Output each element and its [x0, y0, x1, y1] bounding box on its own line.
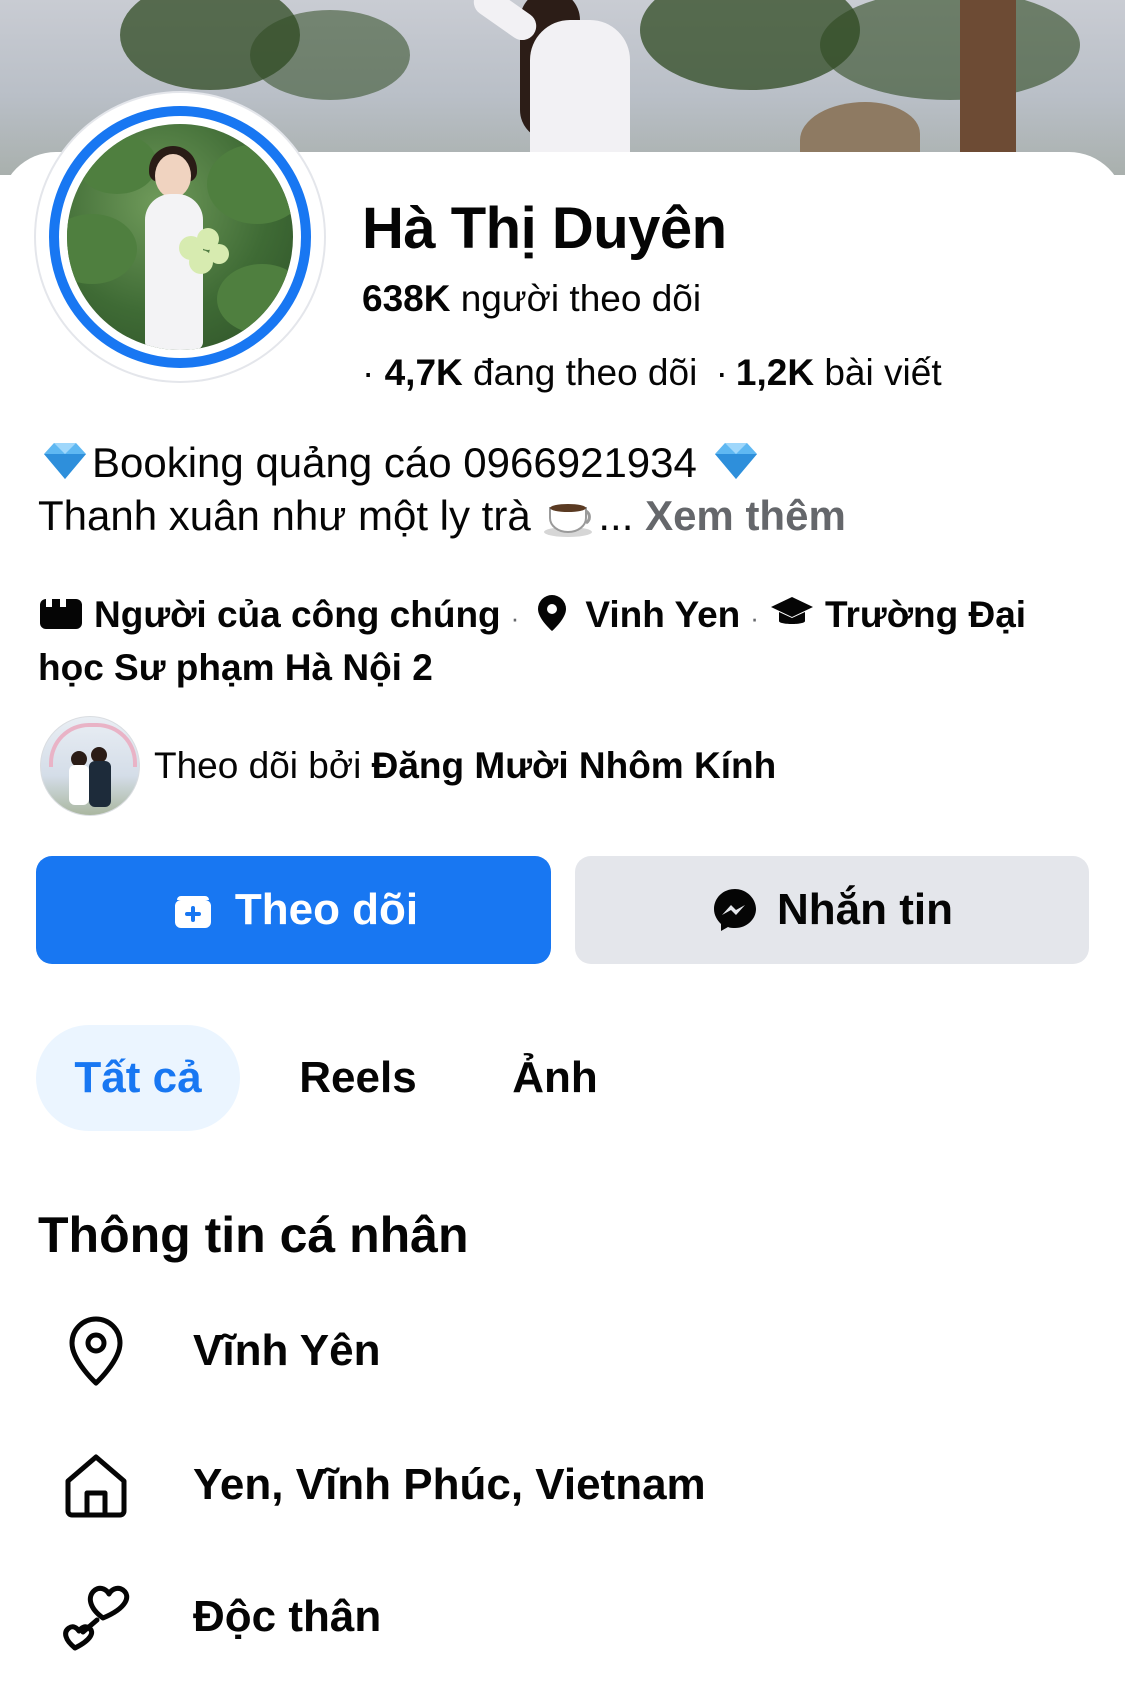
cover-foliage: [820, 0, 1080, 100]
detail-separator: ·: [750, 603, 759, 633]
following-label[interactable]: đang theo dõi: [473, 352, 697, 393]
location-pin-icon: [538, 595, 567, 631]
tab-reels[interactable]: Reels: [278, 1025, 438, 1131]
followers-label: người theo dõi: [460, 278, 702, 319]
info-row-hometown[interactable]: Yen, Vĩnh Phúc, Vietnam: [0, 1430, 1125, 1540]
coffee-emoji-icon: [544, 504, 593, 537]
message-button-label: Nhắn tin: [777, 885, 953, 934]
tab-all[interactable]: Tất cả: [36, 1025, 240, 1131]
posts-label: bài viết: [824, 352, 942, 393]
profile-name: Hà Thị Duyên: [362, 196, 727, 261]
mutual-friend-avatar: [40, 716, 140, 816]
hearts-icon: [58, 1579, 134, 1655]
follow-icon: [174, 896, 211, 928]
location-text: Vinh Yen: [585, 594, 741, 635]
detail-separator: ·: [510, 603, 520, 633]
relationship-text: Độc thân: [193, 1592, 382, 1641]
followed-by-row[interactable]: Theo dõi bởi Đăng Mười Nhôm Kính: [40, 716, 776, 816]
category-text: Người của công chúng: [94, 594, 501, 635]
message-button[interactable]: Nhắn tin: [575, 856, 1089, 964]
followers-stat[interactable]: 638K người theo dõi: [362, 278, 701, 320]
home-icon: [58, 1447, 134, 1523]
following-count[interactable]: 4,7K: [385, 352, 463, 393]
follow-button[interactable]: Theo dõi: [36, 856, 551, 964]
see-more-link[interactable]: Xem thêm: [645, 492, 846, 539]
secondary-stats: · 4,7K đang theo dõi · 1,2K bài viết: [362, 352, 942, 394]
cover-tree-trunk: [960, 0, 1016, 175]
clapperboard-icon: [40, 599, 82, 629]
bio-ellipsis: ...: [598, 492, 634, 539]
followed-by-prefix: Theo dõi bởi: [154, 745, 362, 786]
stat-bullet: ·: [362, 352, 375, 393]
diamond-emoji-icon: [714, 443, 757, 479]
story-ring: [49, 106, 311, 368]
mutual-friend-name[interactable]: Đăng Mười Nhôm Kính: [372, 745, 777, 786]
current-city-text: Vĩnh Yên: [193, 1326, 381, 1375]
profile-details: Người của công chúng · Vinh Yen · Trường Đ…: [38, 590, 1098, 693]
cover-foliage: [250, 10, 410, 100]
messenger-icon: [714, 889, 756, 931]
about-section-title: Thông tin cá nhân: [38, 1207, 469, 1263]
info-row-current-city[interactable]: Vĩnh Yên: [0, 1296, 1125, 1406]
profile-avatar[interactable]: [36, 93, 324, 381]
followers-count: 638K: [362, 278, 451, 319]
follow-button-label: Theo dõi: [234, 885, 419, 934]
location-pin-icon: [58, 1313, 134, 1389]
hometown-text: Yen, Vĩnh Phúc, Vietnam: [193, 1460, 706, 1509]
stat-bullet: ·: [715, 352, 728, 393]
info-row-relationship[interactable]: Độc thân: [0, 1562, 1125, 1672]
diamond-emoji-icon: [44, 443, 86, 479]
tab-photos[interactable]: Ảnh: [490, 1025, 620, 1131]
posts-count: 1,2K: [735, 352, 815, 393]
bio-line-2: Thanh xuân như một ly trà: [38, 492, 531, 539]
graduation-cap-icon: [770, 597, 813, 624]
bio-line-1: Booking quảng cáo 0966921934: [92, 439, 697, 486]
avatar-photo: [67, 124, 293, 350]
profile-bio: Booking quảng cáo 0966921934 Thanh xuân …: [38, 436, 1098, 542]
